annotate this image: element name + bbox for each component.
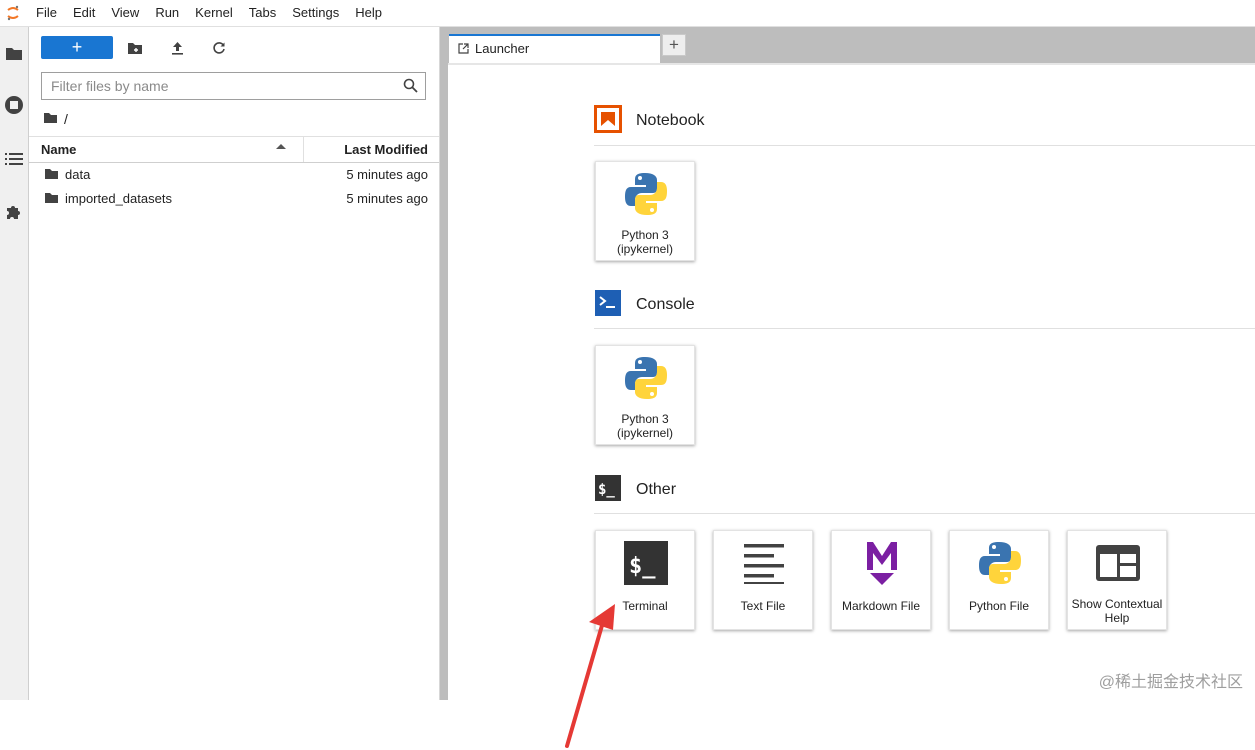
new-folder-icon[interactable] — [125, 38, 145, 58]
menu-bar: File Edit View Run Kernel Tabs Settings … — [0, 0, 1255, 27]
card-label: Python 3 (ipykernel) — [616, 228, 673, 256]
watermark: @稀土掘金技术社区 — [1098, 674, 1243, 691]
other-section-header: $_ Other — [594, 474, 677, 507]
sort-ascending-icon — [276, 144, 286, 149]
notebook-section-header: Notebook — [594, 104, 705, 138]
text-file-icon — [739, 538, 789, 588]
contextual-help-icon — [1093, 538, 1143, 588]
section-divider — [594, 513, 1255, 514]
console-python3-card[interactable]: Python 3 (ipykernel) — [595, 345, 695, 445]
notebook-icon — [594, 104, 622, 138]
tab-label: Launcher — [475, 41, 530, 56]
markdown-file-card[interactable]: Markdown File — [831, 530, 931, 630]
svg-text:$_: $_ — [598, 482, 615, 498]
python-icon — [621, 353, 671, 403]
file-name: data — [65, 167, 91, 182]
section-title: Console — [636, 296, 695, 313]
markdown-icon — [857, 538, 907, 588]
menu-kernel[interactable]: Kernel — [187, 0, 241, 26]
python-file-card[interactable]: Python File — [949, 530, 1049, 630]
folder-icon — [44, 168, 59, 180]
file-name: imported_datasets — [65, 191, 172, 206]
section-title: Other — [636, 481, 677, 498]
svg-text:$_: $_ — [629, 554, 656, 579]
activity-bar — [0, 27, 29, 700]
annotation-arrow-icon — [565, 604, 615, 748]
add-tab-button[interactable]: + — [662, 34, 686, 56]
contextual-help-card[interactable]: Show Contextual Help — [1067, 530, 1167, 630]
notebook-python3-card[interactable]: Python 3 (ipykernel) — [595, 161, 695, 261]
console-section-header: Console — [594, 289, 695, 322]
running-kernels-icon[interactable] — [3, 94, 25, 116]
file-row-imported-datasets[interactable]: imported_datasets 5 minutes ago — [29, 186, 439, 210]
new-launcher-button[interactable]: + — [41, 36, 113, 59]
file-modified: 5 minutes ago — [346, 191, 428, 206]
terminal-icon: $_ — [621, 538, 671, 588]
breadcrumb-root[interactable]: / — [64, 111, 68, 127]
main-tab-bar: Launcher + — [448, 27, 1255, 64]
refresh-icon[interactable] — [209, 38, 229, 58]
menu-file[interactable]: File — [26, 0, 65, 26]
table-of-contents-icon[interactable] — [3, 148, 25, 170]
launcher-panel: Notebook Python 3 (ipykernel) Console Py… — [449, 65, 1255, 748]
file-filter-input[interactable] — [42, 73, 400, 99]
console-icon — [594, 289, 622, 322]
column-name-header[interactable]: Name — [41, 142, 76, 157]
card-label: Markdown File — [841, 599, 921, 613]
card-label: Show Contextual Help — [1071, 597, 1163, 625]
search-icon — [403, 78, 419, 94]
column-modified-header[interactable]: Last Modified — [344, 142, 428, 157]
menu-tabs[interactable]: Tabs — [241, 0, 284, 26]
launcher-tab-icon — [458, 42, 469, 54]
menu-edit[interactable]: Edit — [65, 0, 103, 26]
breadcrumb: / — [43, 111, 68, 127]
python-icon — [621, 169, 671, 219]
column-divider — [303, 137, 304, 162]
home-folder-icon[interactable] — [43, 111, 58, 127]
panel-splitter[interactable] — [439, 27, 448, 700]
section-title: Notebook — [636, 112, 705, 129]
menu-settings[interactable]: Settings — [284, 0, 347, 26]
file-filter-field — [41, 72, 426, 100]
file-row-data[interactable]: data 5 minutes ago — [29, 162, 439, 186]
file-list-header: Name Last Modified — [29, 136, 439, 163]
jupyter-logo-icon — [0, 0, 26, 26]
file-modified: 5 minutes ago — [346, 167, 428, 182]
menu-run[interactable]: Run — [147, 0, 187, 26]
menu-help[interactable]: Help — [347, 0, 390, 26]
card-label: Python 3 (ipykernel) — [616, 412, 673, 440]
python-icon — [975, 538, 1025, 588]
text-file-card[interactable]: Text File — [713, 530, 813, 630]
terminal-section-icon: $_ — [594, 474, 622, 507]
section-divider — [594, 145, 1255, 146]
tab-launcher[interactable]: Launcher — [449, 34, 660, 64]
card-label: Python File — [968, 599, 1030, 613]
menu-view[interactable]: View — [103, 0, 147, 26]
upload-icon[interactable] — [167, 38, 187, 58]
folder-icon — [44, 192, 59, 204]
file-browser-toolbar: + — [29, 27, 439, 69]
file-browser-panel: + / Name Last Modified data 5 minutes a — [29, 27, 439, 700]
card-label: Text File — [740, 599, 786, 613]
file-browser-tab-icon[interactable] — [3, 42, 25, 64]
extension-manager-icon[interactable] — [3, 201, 25, 223]
section-divider — [594, 328, 1255, 329]
